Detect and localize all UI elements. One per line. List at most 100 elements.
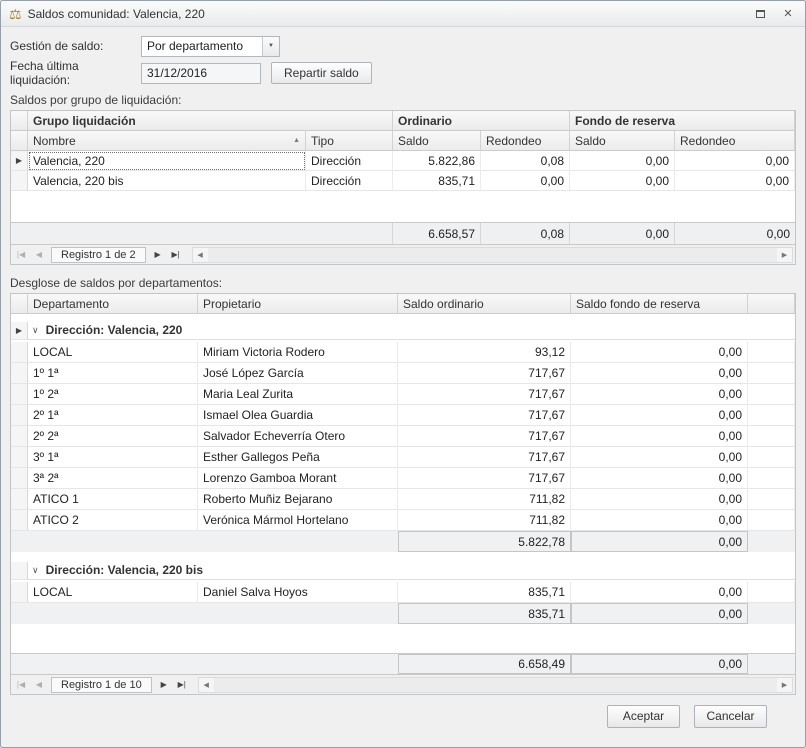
departamento-cell[interactable]: 2º 2ª [28,426,198,447]
saldo-ordinario-cell[interactable]: 717,67 [398,363,571,384]
saldo-fondo-cell[interactable]: 0,00 [570,151,675,171]
cancelar-button[interactable]: Cancelar [694,705,767,728]
departamento-cell[interactable]: 2º 1ª [28,405,198,426]
departamento-cell[interactable]: LOCAL [28,582,198,603]
collapse-chevron-icon[interactable]: ∨ [32,565,39,576]
saldo-fondo-cell[interactable]: 0,00 [571,510,748,531]
saldo-fondo-cell[interactable]: 0,00 [571,489,748,510]
saldo-ordinario-cell[interactable]: 717,67 [398,447,571,468]
propietario-cell[interactable]: Ismael Olea Guardia [198,405,398,426]
propietario-cell[interactable]: Lorenzo Gamboa Morant [198,468,398,489]
header-propietario[interactable]: Propietario [198,294,398,314]
table-row[interactable]: ▶ Valencia, 220 Dirección 5.822,86 0,08 … [11,151,795,171]
nav-last-button[interactable]: ▶| [174,677,190,693]
header-saldo-fondo[interactable]: Saldo [570,131,675,151]
header-redondeo-fondo[interactable]: Redondeo [675,131,795,151]
saldo-fondo-cell[interactable]: 0,00 [571,426,748,447]
restore-button[interactable] [751,6,769,22]
scrollbar-track[interactable] [214,678,777,692]
group-row[interactable]: ▶ ∨ Dirección: Valencia, 220 [11,322,795,342]
saldo-fondo-cell[interactable]: 0,00 [571,363,748,384]
departamento-cell[interactable]: ATICO 1 [28,489,198,510]
fecha-liquidacion-field[interactable]: 31/12/2016 [141,63,261,84]
departamento-cell[interactable]: 3º 1ª [28,447,198,468]
header-nombre[interactable]: Nombre ▲ [28,131,306,151]
scroll-left-icon[interactable]: ◀ [193,248,208,262]
saldo-ordinario-cell[interactable]: 711,82 [398,510,571,531]
redondeo-fondo-cell[interactable]: 0,00 [675,171,795,191]
saldo-fondo-cell[interactable]: 0,00 [571,405,748,426]
saldo-ordinario-cell[interactable]: 93,12 [398,342,571,363]
band-fondo-reserva[interactable]: Fondo de reserva [570,111,795,131]
group-row[interactable]: ∨ Dirección: Valencia, 220 bis [11,562,795,582]
redondeo-ordinario-cell[interactable]: 0,00 [481,171,570,191]
close-button[interactable]: ✕ [779,6,797,22]
saldo-ordinario-cell[interactable]: 5.822,86 [393,151,481,171]
propietario-cell[interactable]: Roberto Muñiz Bejarano [198,489,398,510]
redondeo-fondo-cell[interactable]: 0,00 [675,151,795,171]
saldo-fondo-cell[interactable]: 0,00 [571,342,748,363]
header-redondeo-ordinario[interactable]: Redondeo [481,131,570,151]
table-row[interactable]: 2º 2ª Salvador Echeverría Otero 717,67 0… [11,426,795,447]
table-row[interactable]: ATICO 2 Verónica Mármol Hortelano 711,82… [11,510,795,531]
nav-next-button[interactable]: ▶ [150,247,166,263]
saldo-ordinario-cell[interactable]: 717,67 [398,426,571,447]
collapse-chevron-icon[interactable]: ∨ [32,325,39,336]
horizontal-scrollbar[interactable]: ◀ ▶ [198,677,793,693]
propietario-cell[interactable]: Miriam Victoria Rodero [198,342,398,363]
saldo-ordinario-cell[interactable]: 835,71 [398,582,571,603]
redondeo-ordinario-cell[interactable]: 0,08 [481,151,570,171]
departamento-cell[interactable]: 3ª 2ª [28,468,198,489]
tipo-cell[interactable]: Dirección [306,171,393,191]
propietario-cell[interactable]: Esther Gallegos Peña [198,447,398,468]
saldo-ordinario-cell[interactable]: 717,67 [398,384,571,405]
table-row[interactable]: LOCAL Miriam Victoria Rodero 93,12 0,00 [11,342,795,363]
propietario-cell[interactable]: Verónica Mármol Hortelano [198,510,398,531]
saldo-ordinario-cell[interactable]: 711,82 [398,489,571,510]
aceptar-button[interactable]: Aceptar [607,705,680,728]
header-departamento[interactable]: Departamento [28,294,198,314]
gestion-saldo-dropdown-button[interactable]: ▼ [262,37,279,56]
saldo-fondo-cell[interactable]: 0,00 [571,447,748,468]
tipo-cell[interactable]: Dirección [306,151,393,171]
saldo-fondo-cell[interactable]: 0,00 [571,582,748,603]
gestion-saldo-value[interactable]: Por departamento [142,37,262,56]
nombre-cell[interactable]: Valencia, 220 [28,151,306,171]
gestion-saldo-combo[interactable]: Por departamento ▼ [141,36,280,57]
saldo-ordinario-cell[interactable]: 717,67 [398,468,571,489]
departamento-cell[interactable]: 1º 2ª [28,384,198,405]
table-row[interactable]: ATICO 1 Roberto Muñiz Bejarano 711,82 0,… [11,489,795,510]
header-tipo[interactable]: Tipo [306,131,393,151]
table-row[interactable]: 1º 1ª José López García 717,67 0,00 [11,363,795,384]
table-row[interactable]: 2º 1ª Ismael Olea Guardia 717,67 0,00 [11,405,795,426]
nav-first-button[interactable]: |◀ [13,677,29,693]
table-row[interactable]: 3º 1ª Esther Gallegos Peña 717,67 0,00 [11,447,795,468]
propietario-cell[interactable]: José López García [198,363,398,384]
departamento-cell[interactable]: LOCAL [28,342,198,363]
repartir-saldo-button[interactable]: Repartir saldo [271,62,372,84]
saldo-ordinario-cell[interactable]: 717,67 [398,405,571,426]
scroll-right-icon[interactable]: ▶ [777,248,792,262]
saldo-fondo-cell[interactable]: 0,00 [571,468,748,489]
scrollbar-track[interactable] [208,248,777,262]
departamento-cell[interactable]: ATICO 2 [28,510,198,531]
table-row[interactable]: 1º 2ª Maria Leal Zurita 717,67 0,00 [11,384,795,405]
header-saldo-ordinario[interactable]: Saldo ordinario [398,294,571,314]
header-saldo-fondo[interactable]: Saldo fondo de reserva [571,294,748,314]
propietario-cell[interactable]: Salvador Echeverría Otero [198,426,398,447]
saldo-fondo-cell[interactable]: 0,00 [571,384,748,405]
saldo-fondo-cell[interactable]: 0,00 [570,171,675,191]
table-row[interactable]: Valencia, 220 bis Dirección 835,71 0,00 … [11,171,795,191]
band-ordinario[interactable]: Ordinario [393,111,570,131]
nav-last-button[interactable]: ▶| [168,247,184,263]
title-bar[interactable]: ⚖ Saldos comunidad: Valencia, 220 ✕ [1,1,805,27]
table-row[interactable]: LOCAL Daniel Salva Hoyos 835,71 0,00 [11,582,795,603]
nav-first-button[interactable]: |◀ [13,247,29,263]
propietario-cell[interactable]: Daniel Salva Hoyos [198,582,398,603]
saldo-ordinario-cell[interactable]: 835,71 [393,171,481,191]
nav-prev-button[interactable]: ◀ [31,247,47,263]
header-saldo-ordinario[interactable]: Saldo [393,131,481,151]
horizontal-scrollbar[interactable]: ◀ ▶ [192,247,793,263]
departamento-cell[interactable]: 1º 1ª [28,363,198,384]
nav-prev-button[interactable]: ◀ [31,677,47,693]
